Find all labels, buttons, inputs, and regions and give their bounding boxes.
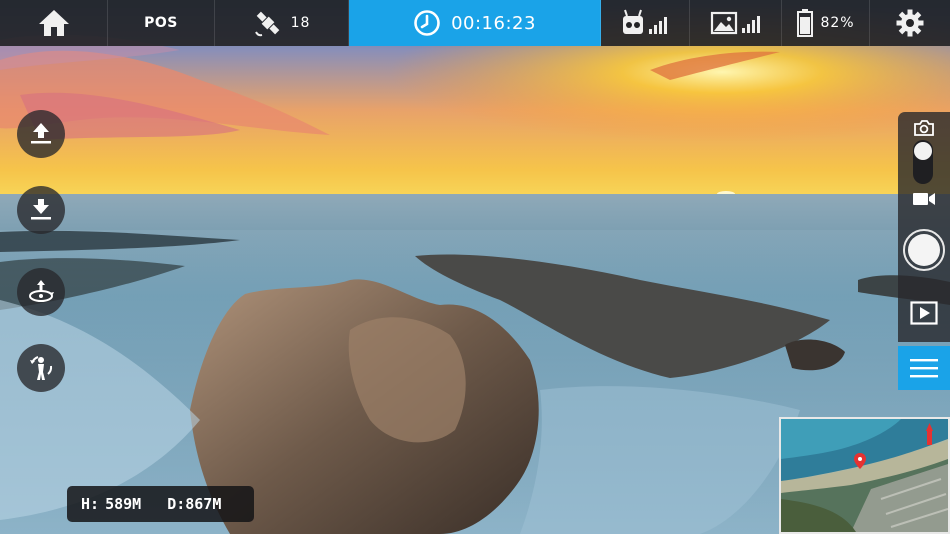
- flight-timer: 00:16:23: [349, 0, 601, 46]
- flight-mode-label: POS: [144, 15, 178, 31]
- flight-mode-indicator[interactable]: POS: [108, 0, 215, 46]
- camera-icon: [914, 120, 934, 136]
- height-value: 589M: [105, 495, 142, 513]
- satellite-map-image: [781, 419, 948, 532]
- camera-control-panel: [898, 112, 950, 342]
- auto-land-icon: [31, 199, 51, 220]
- gps-satellite-count: 18: [290, 15, 311, 31]
- image-transmission-signal[interactable]: [690, 0, 782, 46]
- satellite-icon: [254, 11, 279, 37]
- clock-icon: [414, 10, 440, 36]
- gear-icon: [896, 9, 924, 37]
- flight-timer-value: 00:16:23: [451, 12, 536, 34]
- photo-video-mode-switch[interactable]: [913, 140, 933, 184]
- battery-icon: [797, 9, 814, 37]
- shutter-button-core[interactable]: [908, 234, 940, 266]
- menu-icon: [910, 359, 938, 378]
- gps-status[interactable]: 18: [215, 0, 349, 46]
- top-status-bar: POS 18 00:16:23 82%: [0, 0, 950, 46]
- home-button[interactable]: [0, 0, 108, 46]
- auto-land-button[interactable]: [17, 186, 65, 234]
- auto-takeoff-icon: [31, 123, 51, 144]
- video-icon: [913, 193, 935, 205]
- playback-icon[interactable]: [910, 301, 938, 325]
- remote-controller-signal[interactable]: [601, 0, 690, 46]
- settings-button[interactable]: [870, 0, 950, 46]
- auto-takeoff-button[interactable]: [17, 110, 65, 158]
- return-home-icon: [30, 356, 53, 380]
- altitude-distance-readout: H: 589M D: 867M: [67, 486, 254, 522]
- battery-status[interactable]: 82%: [782, 0, 870, 46]
- mini-map[interactable]: [779, 417, 950, 534]
- image-transmission-signal-icon: [710, 11, 760, 35]
- shutter-button[interactable]: [903, 229, 945, 271]
- camera-settings-menu-button[interactable]: [898, 346, 950, 390]
- home-icon: [38, 10, 69, 36]
- remote-controller-signal-icon: [623, 9, 667, 34]
- orbit-button[interactable]: [17, 268, 65, 316]
- distance-label: D:: [167, 495, 186, 513]
- orbit-icon: [29, 280, 54, 302]
- mode-switch-knob[interactable]: [914, 142, 932, 160]
- battery-percent: 82%: [820, 15, 855, 31]
- return-home-button[interactable]: [17, 344, 65, 392]
- height-label: H:: [81, 495, 100, 513]
- distance-value: 867M: [185, 495, 222, 513]
